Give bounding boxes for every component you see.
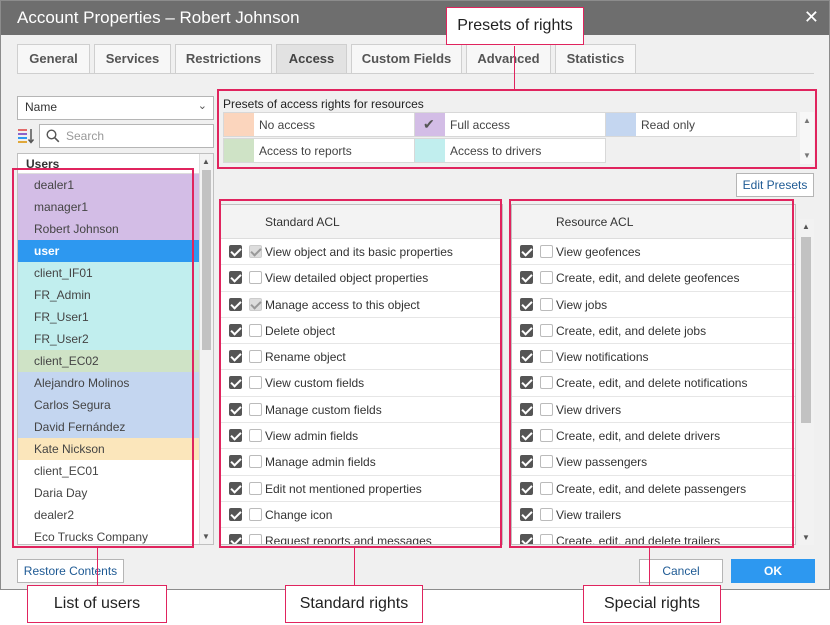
title-bar: Account Properties – Robert Johnson ✕ — [1, 1, 829, 35]
dialog-title: Account Properties – Robert Johnson — [17, 8, 300, 27]
cancel-button[interactable]: Cancel — [639, 559, 723, 583]
standard-callout-line — [354, 548, 355, 588]
tab-general[interactable]: General — [17, 44, 90, 73]
special-callout-line — [649, 548, 650, 588]
tab-divider — [17, 73, 814, 74]
presets-highlight — [217, 89, 817, 169]
tab-services[interactable]: Services — [94, 44, 171, 73]
scroll-up-icon[interactable]: ▲ — [202, 157, 210, 166]
sort-order-icon[interactable] — [17, 127, 35, 145]
tab-statistics[interactable]: Statistics — [555, 44, 636, 73]
users-highlight — [12, 168, 194, 548]
scrollbar-thumb[interactable] — [801, 237, 811, 423]
scroll-up-icon[interactable]: ▲ — [802, 222, 810, 231]
search-icon — [46, 129, 60, 143]
standard-acl-highlight — [219, 199, 502, 548]
acl-scrollbar[interactable]: ▲ ▼ — [798, 219, 814, 545]
callout-list-of-users: List of users — [27, 585, 167, 623]
sort-select-value: Name — [25, 100, 58, 114]
users-callout-line — [97, 548, 98, 588]
search-input[interactable]: Search — [66, 129, 104, 143]
tab-access[interactable]: Access — [276, 44, 347, 73]
ok-button[interactable]: OK — [731, 559, 815, 583]
scroll-down-icon[interactable]: ▼ — [202, 532, 210, 541]
resource-acl-highlight — [509, 199, 794, 548]
tab-advanced[interactable]: Advanced — [466, 44, 551, 73]
callout-special-rights: Special rights — [583, 585, 721, 623]
chevron-down-icon: ⌄ — [197, 100, 207, 112]
tab-restrictions[interactable]: Restrictions — [175, 44, 272, 73]
close-icon[interactable]: ✕ — [804, 7, 819, 28]
restore-contents-button[interactable]: Restore Contents — [17, 559, 124, 583]
sort-select[interactable]: Name ⌄ — [17, 96, 214, 120]
scrollbar-thumb[interactable] — [202, 170, 211, 350]
users-scrollbar[interactable]: ▲ ▼ — [199, 154, 213, 544]
scroll-down-icon[interactable]: ▼ — [802, 533, 810, 542]
presets-callout-line — [514, 46, 515, 91]
tab-custom-fields[interactable]: Custom Fields — [351, 44, 462, 73]
callout-standard-rights: Standard rights — [285, 585, 423, 623]
edit-presets-button[interactable]: Edit Presets — [736, 173, 814, 197]
search-field[interactable]: Search — [39, 124, 214, 148]
callout-presets-of-rights: Presets of rights — [446, 7, 584, 45]
